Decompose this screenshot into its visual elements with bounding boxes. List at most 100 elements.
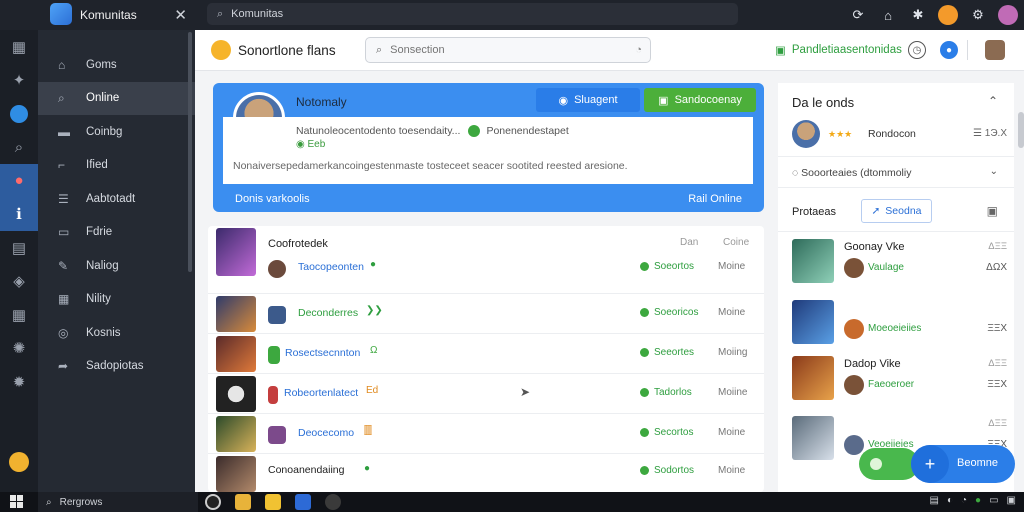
- activity-title: Goonay Vke: [844, 241, 905, 253]
- main-search-input[interactable]: [390, 44, 611, 56]
- activity-avatar: [844, 258, 864, 278]
- list-icon: ☰: [58, 191, 69, 206]
- puzzle-icon[interactable]: ✱: [908, 5, 928, 25]
- game-thumbnail: [216, 296, 256, 332]
- explorer-icon[interactable]: [265, 494, 281, 510]
- game-row[interactable]: Conoanendaiing ● Sodortos Moine: [208, 453, 764, 493]
- rail-library-icon[interactable]: ▤: [0, 231, 38, 265]
- store-icon[interactable]: [295, 494, 311, 510]
- sidebar-item-label: Nility: [86, 293, 111, 306]
- toggle-button[interactable]: [859, 448, 919, 480]
- rail-rocket-icon[interactable]: ✦: [0, 64, 38, 98]
- tray-icon[interactable]: ▤: [930, 495, 939, 506]
- gear-icon[interactable]: ⚙: [968, 5, 988, 25]
- green-header-link[interactable]: ▣ Pandletiaasentonidas: [775, 43, 902, 57]
- sidebar-item-naliog[interactable]: ✎ Naliog: [38, 249, 195, 283]
- games-list: Coofrotedek Dan Coine Taocopeonten ● Soe…: [208, 226, 764, 492]
- game-status-label: Sodortos: [654, 465, 695, 476]
- profile-footer-online[interactable]: Rail Online: [688, 193, 742, 205]
- sidebar-scrollbar[interactable]: [188, 32, 192, 272]
- activity-item[interactable]: Moeoeieiies ΞΞХ: [792, 300, 1007, 350]
- plus-icon: +: [911, 445, 949, 483]
- activity-item[interactable]: Dadop Vike Faeoeroer ΔΞΞ ΞΞХ: [792, 356, 1007, 406]
- game-mode: Moine: [718, 465, 746, 476]
- rail-grid-icon[interactable]: ▦: [0, 298, 38, 332]
- online-dot-icon: [640, 388, 649, 397]
- rail-gear-icon[interactable]: ✹: [0, 365, 38, 399]
- rail-globe-icon[interactable]: [0, 97, 38, 131]
- close-icon[interactable]: ✕: [174, 6, 187, 24]
- sidebar-item-ified[interactable]: ⌐ Ified: [38, 149, 195, 183]
- top-search-input[interactable]: [231, 8, 712, 20]
- activity-title: Dadop Vike: [844, 358, 901, 370]
- sidebar-item-kosnis[interactable]: ◎ Kosnis: [38, 316, 195, 350]
- rail-avatar[interactable]: [9, 452, 29, 472]
- become-button[interactable]: + Beomne: [911, 445, 1015, 483]
- app-tab[interactable]: Komunitas ✕: [0, 0, 195, 30]
- sidebar-item-nility[interactable]: ▦ Nility: [38, 283, 195, 317]
- sidebar-item-fdrie[interactable]: ▭ Fdrie: [38, 216, 195, 250]
- sidebar-item-coinbg[interactable]: ▬ Coinbg: [38, 115, 195, 149]
- main-search[interactable]: ⌕ ◔: [365, 37, 651, 63]
- clock-icon[interactable]: ◷: [908, 41, 926, 59]
- cortana-icon[interactable]: [205, 494, 221, 510]
- rail-game-icon[interactable]: ●: [0, 164, 38, 198]
- game-row[interactable]: Deocecomo 🀫 Secortos Moine: [208, 413, 764, 453]
- rail-info-icon[interactable]: ℹ: [0, 197, 38, 231]
- sidebar-item-label: Coinbg: [86, 125, 123, 138]
- home-icon[interactable]: ⌂: [878, 5, 898, 25]
- sidebar-item-sadopiotas[interactable]: ➦ Sadopiotas: [38, 350, 195, 384]
- refresh-icon[interactable]: ⟳: [848, 5, 868, 25]
- activity-meta: ΔΞΞ: [988, 241, 1007, 252]
- rail-tag-icon[interactable]: ◈: [0, 265, 38, 299]
- voice-icon[interactable]: ◔: [635, 44, 642, 56]
- brand[interactable]: Sonortlone flans: [211, 40, 336, 60]
- wifi-icon[interactable]: ◐: [947, 495, 953, 506]
- sidebar-item-aabtotadt[interactable]: ☰ Aabtotadt: [38, 182, 195, 216]
- game-label: Deconderres: [298, 307, 359, 319]
- sidebar-item-label: Ified: [86, 159, 108, 172]
- taskbar-search-input[interactable]: [59, 496, 180, 508]
- chevron-up-icon[interactable]: ⌃: [988, 94, 998, 108]
- notification-icon[interactable]: ▣: [1007, 495, 1016, 506]
- home-icon: ⌂: [58, 57, 66, 72]
- online-dot-icon: [640, 466, 649, 475]
- game-row[interactable]: Robeortenlatect Ed Tadorlos Moiine: [208, 373, 764, 413]
- app-icon[interactable]: [325, 494, 341, 510]
- activity-sub: Faeoeroer: [868, 379, 915, 390]
- expand-icon[interactable]: ▣: [987, 204, 998, 218]
- game-row[interactable]: Taocopeonten ● Soeortos Moine: [208, 248, 764, 288]
- browser-avatar-icon[interactable]: [938, 5, 958, 25]
- rail-store-icon[interactable]: ▦: [0, 30, 38, 64]
- activity-meta: ΔΞΞ: [988, 358, 1007, 369]
- secondary-action-button[interactable]: ▣ Sandocoenay: [644, 88, 756, 112]
- friends-button[interactable]: ➚ Seodna: [861, 199, 932, 223]
- page-scrollbar[interactable]: [1018, 112, 1024, 148]
- volume-icon[interactable]: ◔: [961, 495, 967, 506]
- sidebar-item-online[interactable]: ⌕ Online: [38, 81, 195, 115]
- security-icon[interactable]: ●: [975, 495, 981, 506]
- taskbar-search[interactable]: ⌕: [38, 492, 198, 512]
- chevron-down-icon[interactable]: ⌄: [990, 166, 998, 177]
- rail-search-icon[interactable]: ⌕: [0, 131, 38, 165]
- top-search-bar[interactable]: ⌕: [207, 3, 738, 25]
- windows-start-icon[interactable]: [10, 495, 24, 509]
- right-panel-user[interactable]: ★★★ Rondocon ☰ 1Э.Х: [792, 120, 1007, 150]
- status-icon[interactable]: ●: [940, 41, 958, 59]
- battery-icon[interactable]: ▭: [989, 495, 998, 506]
- primary-action-button[interactable]: ◉ Sluagent: [536, 88, 640, 112]
- game-row[interactable]: Deconderres ❯❯ Soeoricos Moine: [208, 293, 764, 333]
- folder-icon[interactable]: [235, 494, 251, 510]
- header-avatar[interactable]: [985, 40, 1005, 60]
- taskbar: ⌕ ▤ ◐ ◔ ● ▭ ▣: [0, 492, 1024, 512]
- divider: [778, 156, 1014, 157]
- sidebar-item-goms[interactable]: ⌂ Goms: [38, 48, 195, 82]
- game-status: Sodortos: [640, 465, 694, 476]
- rail-settings-icon[interactable]: ✺: [0, 332, 38, 366]
- game-row[interactable]: Rosectsecnnton Ω Seeortes Moiing: [208, 333, 764, 373]
- game-mode: Moiing: [718, 347, 748, 358]
- profile-footer-link[interactable]: Donis varkoolis: [235, 193, 310, 205]
- right-panel-note[interactable]: ◌ Sooorteaies (dtommoliy: [792, 167, 911, 179]
- profile-avatar[interactable]: [998, 5, 1018, 25]
- activity-item[interactable]: Goonay Vke Vaulage ΔΞΞ ΔΩХ: [792, 239, 1007, 289]
